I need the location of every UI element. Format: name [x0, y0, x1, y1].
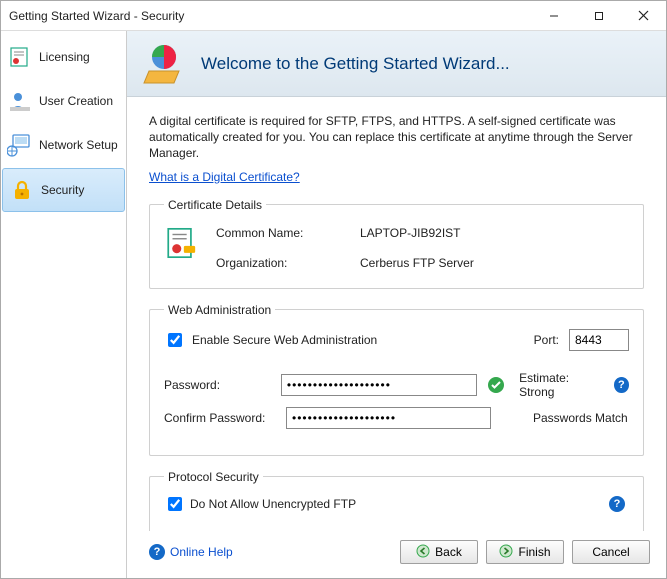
main-panel: Welcome to the Getting Started Wizard...… [127, 31, 666, 578]
sidebar: Licensing User Creation Network Setup Se… [1, 31, 127, 578]
common-name-label: Common Name: [216, 226, 336, 240]
port-input[interactable] [569, 329, 629, 351]
online-help-label: Online Help [170, 545, 233, 559]
window-title: Getting Started Wizard - Security [9, 9, 531, 23]
user-icon [7, 88, 33, 114]
what-is-cert-link[interactable]: What is a Digital Certificate? [149, 170, 300, 184]
sidebar-item-security[interactable]: Security [2, 168, 125, 212]
password-label: Password: [164, 378, 271, 392]
wizard-window: Getting Started Wizard - Security Licens… [0, 0, 667, 579]
maximize-button[interactable] [576, 1, 621, 30]
disallow-unencrypted-ftp-label: Do Not Allow Unencrypted FTP [190, 497, 356, 511]
sidebar-item-network-setup[interactable]: Network Setup [1, 123, 126, 167]
web-administration-legend: Web Administration [164, 303, 275, 317]
back-button[interactable]: Back [400, 540, 478, 564]
certificate-details-fieldset: Certificate Details Common Name: LAPTOP-… [149, 198, 644, 289]
protocol-security-fieldset: Protocol Security Do Not Allow Unencrypt… [149, 470, 644, 531]
arrow-right-icon [499, 544, 513, 561]
password-strength-text: Estimate: Strong [519, 371, 604, 399]
arrow-left-icon [416, 544, 430, 561]
help-icon: ? [149, 544, 165, 560]
disallow-unencrypted-ftp-checkbox[interactable] [168, 497, 182, 511]
enable-web-admin-checkbox[interactable] [168, 333, 182, 347]
intro-text: A digital certificate is required for SF… [149, 113, 644, 162]
network-icon [7, 132, 33, 158]
sidebar-item-label: User Creation [39, 94, 113, 108]
confirm-password-input[interactable] [286, 407, 491, 429]
organization-label: Organization: [216, 256, 336, 270]
window-controls [531, 1, 666, 30]
sidebar-item-label: Network Setup [39, 138, 118, 152]
enable-web-admin-label: Enable Secure Web Administration [192, 333, 377, 347]
sidebar-item-licensing[interactable]: Licensing [1, 35, 126, 79]
minimize-button[interactable] [531, 1, 576, 30]
common-name-value: LAPTOP-JIB92IST [360, 226, 474, 240]
banner-title: Welcome to the Getting Started Wizard... [201, 54, 510, 74]
wizard-footer: ? Online Help Back Finish C [127, 531, 666, 578]
web-administration-fieldset: Web Administration Enable Secure Web Adm… [149, 303, 644, 456]
certificate-icon [7, 44, 33, 70]
wizard-icon [141, 41, 187, 87]
port-label: Port: [534, 333, 559, 347]
sidebar-item-label: Licensing [39, 50, 90, 64]
sidebar-item-label: Security [41, 183, 84, 197]
sidebar-item-user-creation[interactable]: User Creation [1, 79, 126, 123]
help-icon[interactable]: ? [609, 496, 625, 512]
lock-icon [9, 177, 35, 203]
close-button[interactable] [621, 1, 666, 30]
protocol-security-legend: Protocol Security [164, 470, 263, 484]
password-input[interactable] [281, 374, 477, 396]
finish-button[interactable]: Finish [486, 540, 564, 564]
certificate-details-legend: Certificate Details [164, 198, 266, 212]
cancel-button[interactable]: Cancel [572, 540, 650, 564]
certificate-icon [164, 226, 198, 260]
passwords-match-text: Passwords Match [533, 411, 628, 425]
online-help-link[interactable]: ? Online Help [149, 544, 233, 560]
banner: Welcome to the Getting Started Wizard... [127, 31, 666, 97]
content: A digital certificate is required for SF… [127, 97, 666, 531]
confirm-password-label: Confirm Password: [164, 411, 276, 425]
organization-value: Cerberus FTP Server [360, 256, 474, 270]
help-icon[interactable]: ? [614, 377, 629, 393]
titlebar: Getting Started Wizard - Security [1, 1, 666, 31]
check-circle-icon [487, 376, 505, 394]
